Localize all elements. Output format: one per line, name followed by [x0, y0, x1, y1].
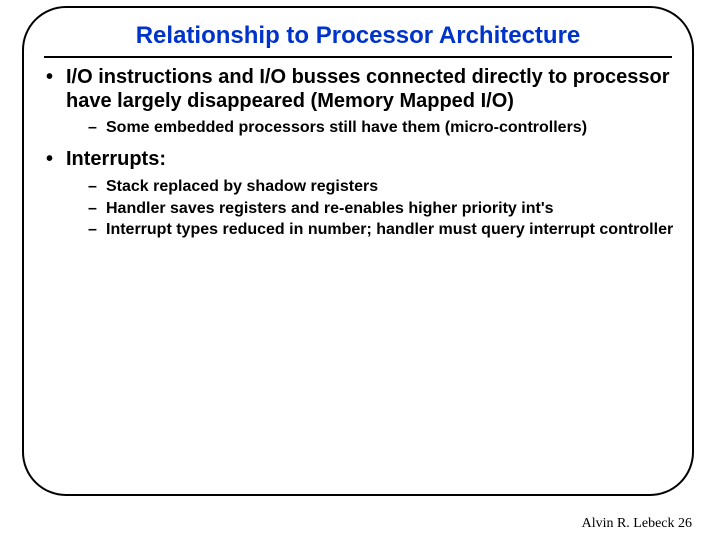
sub-bullet-item: Interrupt types reduced in number; handl… [66, 221, 674, 240]
bullet-item: Interrupts: Stack replaced by shadow reg… [38, 148, 674, 240]
sub-bullet-item: Stack replaced by shadow registers [66, 178, 674, 197]
sub-bullet-item: Handler saves registers and re-enables h… [66, 200, 674, 219]
slide-content: I/O instructions and I/O busses connecte… [24, 66, 692, 240]
slide-footer: Alvin R. Lebeck 26 [582, 516, 692, 532]
bullet-text: I/O instructions and I/O busses connecte… [66, 66, 669, 112]
sub-bullet-item: Some embedded processors still have them… [66, 119, 674, 138]
bullet-text: Interrupts: [66, 148, 166, 170]
sub-bullet-list: Stack replaced by shadow registers Handl… [66, 178, 674, 241]
slide-frame: Relationship to Processor Architecture I… [22, 6, 694, 496]
sub-bullet-list: Some embedded processors still have them… [66, 119, 674, 138]
slide-title: Relationship to Processor Architecture [24, 22, 692, 50]
bullet-list: I/O instructions and I/O busses connecte… [38, 66, 674, 240]
footer-page: 26 [678, 516, 692, 531]
bullet-item: I/O instructions and I/O busses connecte… [38, 66, 674, 138]
title-rule [44, 56, 672, 58]
footer-author: Alvin R. Lebeck [582, 516, 675, 531]
